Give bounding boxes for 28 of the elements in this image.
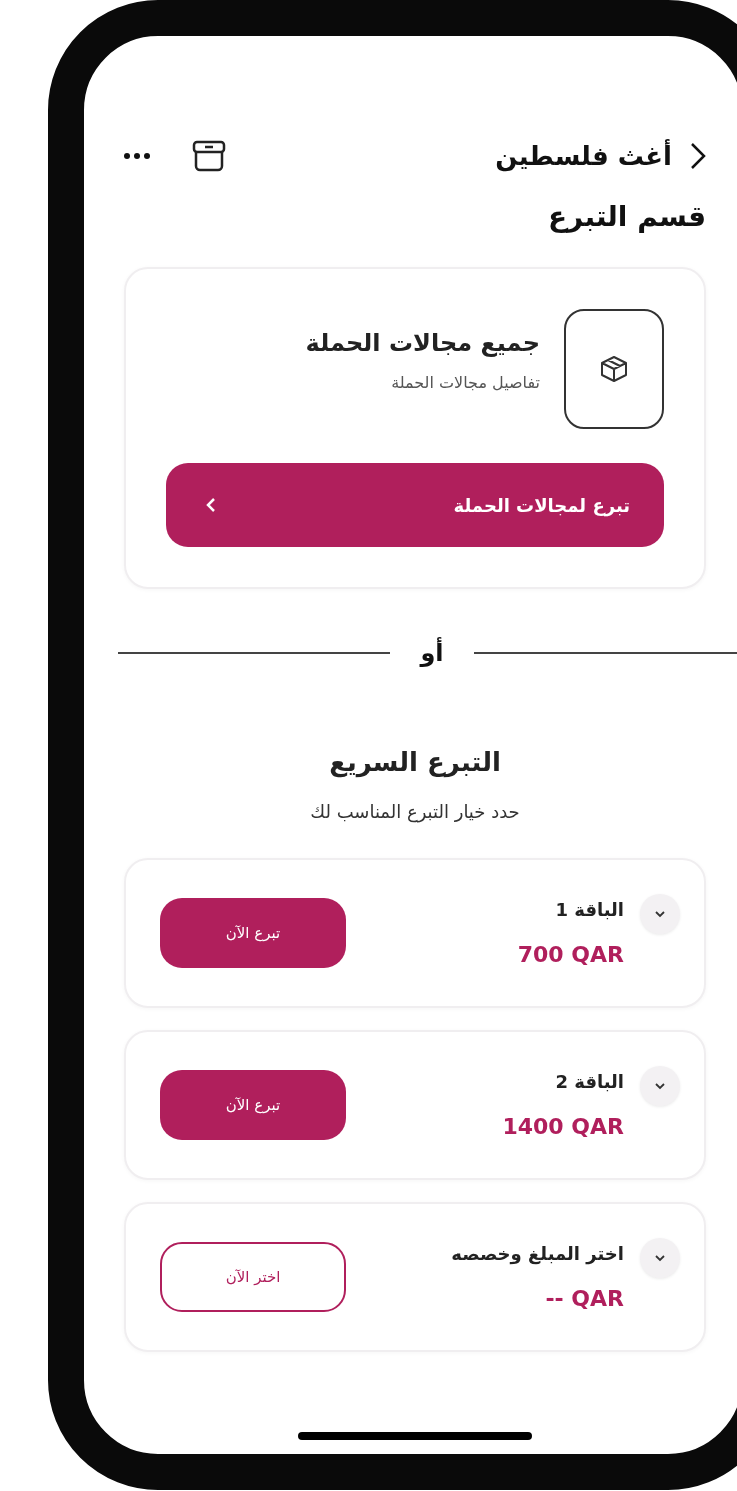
package-amount: -- QAR bbox=[545, 1286, 624, 1311]
donate-now-button[interactable]: تبرع الآن bbox=[160, 1070, 346, 1140]
package-name: الباقة 1 bbox=[555, 899, 624, 920]
divider-text: أو bbox=[420, 639, 444, 667]
package-name: الباقة 2 bbox=[555, 1071, 624, 1092]
archive-button[interactable] bbox=[192, 140, 226, 172]
more-icon bbox=[124, 153, 150, 159]
campaign-title: جميع مجالات الحملة bbox=[305, 328, 540, 357]
package-amount: 700 QAR bbox=[517, 942, 624, 967]
donate-now-button[interactable]: تبرع الآن bbox=[160, 898, 346, 968]
donate-campaign-button[interactable]: تبرع لمجالات الحملة bbox=[166, 463, 664, 547]
chevron-down-icon bbox=[654, 910, 666, 918]
package-icon bbox=[599, 354, 629, 384]
chevron-down-icon bbox=[654, 1254, 666, 1262]
quick-donation-title: التبرع السريع bbox=[329, 747, 501, 777]
back-chevron-icon bbox=[690, 142, 706, 170]
page-title: أغث فلسطين bbox=[494, 141, 672, 171]
quick-donation-subtitle: حدد خيار التبرع المناسب لك bbox=[310, 801, 520, 822]
more-button[interactable] bbox=[124, 153, 150, 159]
back-button[interactable] bbox=[690, 142, 706, 170]
box-icon bbox=[192, 140, 226, 172]
section-title: قسم التبرع bbox=[546, 200, 706, 233]
package-amount: 1400 QAR bbox=[502, 1114, 624, 1139]
chevron-left-icon bbox=[206, 497, 216, 513]
campaign-subtitle: تفاصيل مجالات الحملة bbox=[390, 372, 540, 392]
chevron-down-icon bbox=[654, 1082, 666, 1090]
choose-now-button[interactable]: اختر الآن bbox=[160, 1242, 346, 1312]
package-name: اختر المبلغ وخصصه bbox=[451, 1243, 624, 1264]
